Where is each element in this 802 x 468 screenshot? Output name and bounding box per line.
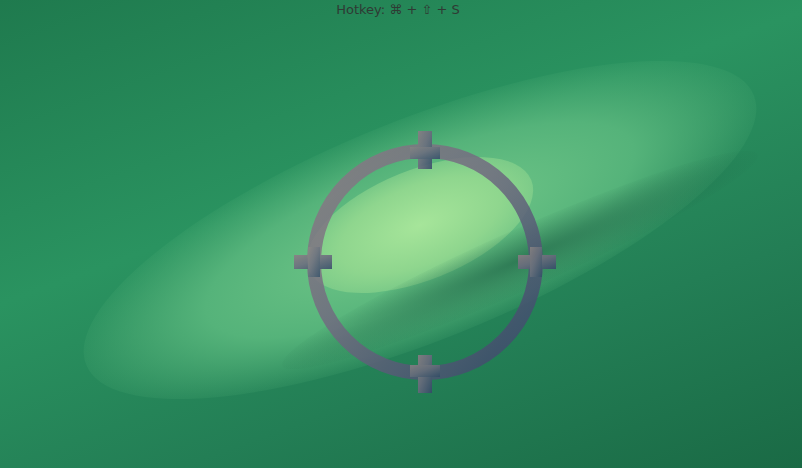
wallpaper <box>0 0 802 468</box>
crosshair-icon[interactable] <box>290 127 560 397</box>
hotkey-hint: Hotkey: ⌘ + ⇧ + S <box>336 2 466 18</box>
hint-row: Hotkey: ⌘ + ⇧ + S <box>0 0 802 18</box>
capture-screen[interactable]: Hotkey: ⌘ + ⇧ + S <box>0 0 802 468</box>
